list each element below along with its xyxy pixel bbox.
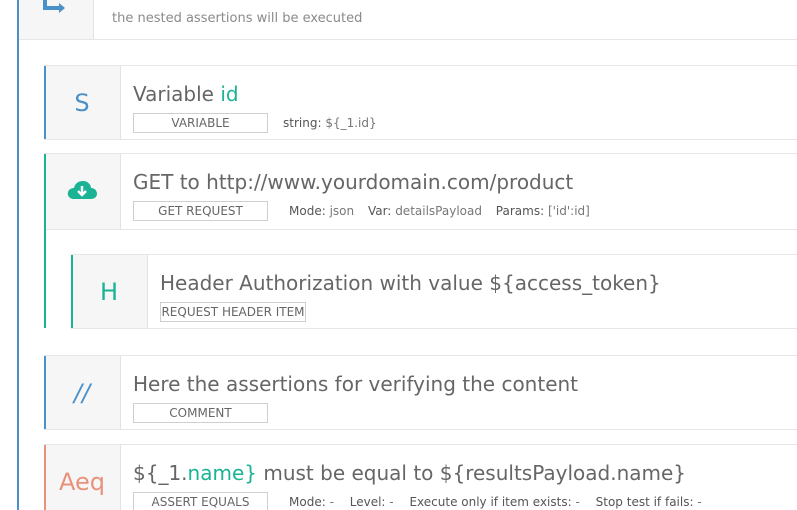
loop-arrows-icon <box>41 0 71 20</box>
variable-block[interactable]: S Variable id VARIABLE string: ${_1.id} <box>44 65 797 140</box>
assert-stop-value: - <box>697 495 702 509</box>
loop-block[interactable]: the nested assertions will be executed <box>19 0 797 40</box>
variable-title-prefix: Variable <box>133 82 221 106</box>
variable-block-gutter: S <box>44 66 121 139</box>
assert-stop-label: Stop test if fails: <box>595 495 694 509</box>
assert-mode-label: Mode: <box>289 495 326 509</box>
assert-accent-bar <box>44 445 46 510</box>
get-request-tag: GET REQUEST <box>133 201 268 221</box>
get-params-label: Params: <box>495 204 545 218</box>
variable-name: id <box>220 82 239 106</box>
get-mode-label: Mode: <box>289 204 326 218</box>
assert-tag: ASSERT EQUALS <box>133 492 268 510</box>
request-header-accent-bar <box>71 255 73 328</box>
get-request-accent-bar <box>44 154 46 328</box>
header-icon: H <box>99 277 119 306</box>
variable-type-tag: VARIABLE <box>133 113 268 133</box>
assert-exists-label: Execute only if item exists: <box>409 495 572 509</box>
assert-title: ${_1.name} must be equal to ${resultsPay… <box>133 461 686 485</box>
variable-title: Variable id <box>133 82 239 106</box>
comment-gutter: // <box>44 356 121 429</box>
get-var-value: detailsPayload <box>395 204 482 218</box>
assert-title-var: name} <box>187 461 257 485</box>
assert-level-label: Level: <box>349 495 386 509</box>
cloud-download-icon <box>66 178 98 206</box>
comment-tag: COMMENT <box>133 403 268 423</box>
assert-mode-value: - <box>329 495 334 509</box>
request-header-gutter: H <box>71 255 148 328</box>
assert-equals-icon: Aeq <box>59 467 105 496</box>
get-request-divider <box>46 229 797 230</box>
get-mode-value: json <box>329 204 355 218</box>
comment-title: Here the assertions for verifying the co… <box>133 372 579 396</box>
variable-string-label: string: <box>283 116 322 130</box>
assert-exists-value: - <box>575 495 580 509</box>
get-request-title: GET to http://www.yourdomain.com/product <box>133 170 574 194</box>
test-editor: the nested assertions will be executed S… <box>0 0 797 510</box>
request-header-block[interactable]: H Header Authorization with value ${acce… <box>71 254 797 329</box>
variable-icon: S <box>74 88 90 117</box>
variable-string-value: ${_1.id} <box>325 116 377 130</box>
assert-level-value: - <box>389 495 394 509</box>
loop-block-subtitle: the nested assertions will be executed <box>112 11 363 26</box>
loop-block-gutter <box>19 0 94 39</box>
variable-meta: string: ${_1.id} <box>283 116 377 130</box>
get-request-gutter <box>44 154 121 229</box>
comment-icon: // <box>73 378 91 407</box>
request-header-tag: REQUEST HEADER ITEM <box>160 302 306 322</box>
assert-meta: Mode: - Level: - Execute only if item ex… <box>289 495 702 509</box>
variable-block-accent-bar <box>44 66 46 139</box>
assert-title-part1: ${_1. <box>133 461 188 485</box>
get-request-meta: Mode: json Var: detailsPayload Params: [… <box>289 204 590 218</box>
parent-block-line <box>17 0 19 510</box>
comment-accent-bar <box>44 356 46 429</box>
assert-gutter: Aeq <box>44 445 121 510</box>
request-header-title: Header Authorization with value ${access… <box>160 271 661 295</box>
assert-equals-block[interactable]: Aeq ${_1.name} must be equal to ${result… <box>44 444 797 510</box>
comment-block[interactable]: // Here the assertions for verifying the… <box>44 355 797 430</box>
get-params-value: ['id':id] <box>547 204 590 218</box>
get-var-label: Var: <box>367 204 392 218</box>
assert-title-part2: must be equal to ${resultsPayload.name} <box>256 461 687 485</box>
